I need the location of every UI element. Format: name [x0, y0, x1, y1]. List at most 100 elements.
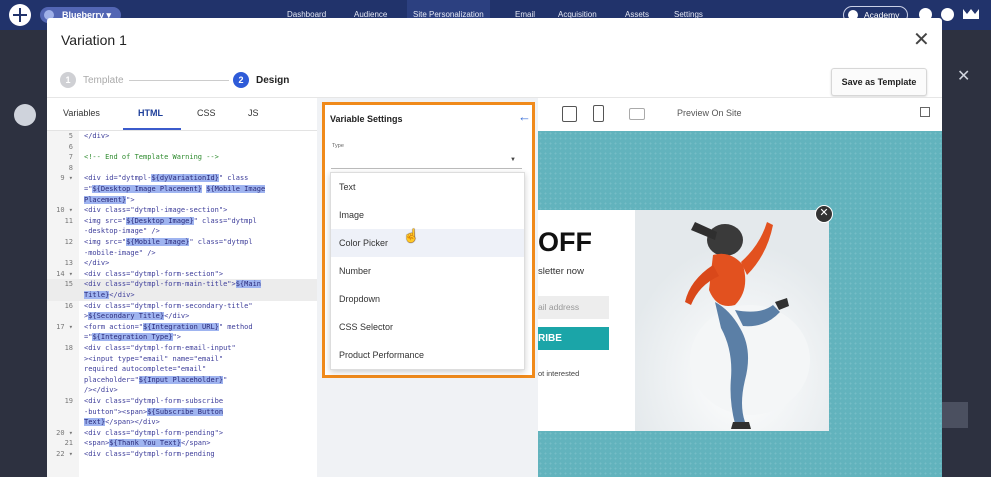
code-line[interactable]: 15 <div class="dytmpl-form-main-title">$…: [47, 279, 317, 291]
code-line[interactable]: ="${Desktop Image Placement} ${Mobile Im…: [47, 184, 317, 195]
popup-close-icon[interactable]: ✕: [815, 205, 833, 223]
crown-icon[interactable]: [963, 9, 979, 19]
popup-subscribe-button[interactable]: RIBE: [538, 327, 609, 350]
code-text: >${Secondary Title}</div>: [84, 312, 190, 321]
code-text: </div>: [84, 132, 110, 140]
tab-js[interactable]: JS: [248, 108, 259, 118]
code-text: <span>${Thank You Text}</span>: [84, 439, 211, 448]
type-option-css-selector[interactable]: CSS Selector: [331, 313, 524, 341]
code-line[interactable]: Text}</span></div>: [47, 417, 317, 428]
code-line[interactable]: 7 <!-- End of Template Warning -->: [47, 152, 317, 163]
code-line[interactable]: ><input type="email" name="email": [47, 354, 317, 365]
code-line[interactable]: 22 ▾ <div class="dytmpl-form-pending: [47, 449, 317, 460]
code-line[interactable]: 21 <span>${Thank You Text}</span>: [47, 438, 317, 449]
html-code-editor[interactable]: 5 </div> 6 7 <!-- End of Template Warning --…: [47, 131, 317, 477]
code-text: <!-- End of Template Warning -->: [84, 153, 219, 162]
code-line[interactable]: 18 <div class="dytmpl-form-email-input": [47, 343, 317, 354]
code-line[interactable]: 17 ▾ <form action="${Integration URL}" m…: [47, 322, 317, 333]
chevron-down-icon[interactable]: ▼: [510, 157, 516, 163]
tab-html[interactable]: HTML: [138, 108, 163, 118]
type-option-product-performance[interactable]: Product Performance: [331, 341, 524, 369]
tab-css[interactable]: CSS: [197, 108, 216, 118]
preview-canvas: OFF sletter now ail address RIBE ot inte…: [538, 131, 942, 477]
code-line[interactable]: 20 ▾ <div class="dytmpl-form-pending">: [47, 428, 317, 439]
code-text: <div class="dytmpl-image-section">: [84, 206, 228, 215]
code-text: -mobile-image" />: [84, 248, 156, 257]
tab-variables[interactable]: Variables: [63, 108, 100, 118]
template-variable: Title}: [84, 291, 110, 299]
code-line[interactable]: -desktop-image" />: [47, 226, 317, 237]
code-line[interactable]: ="${Integration Type}">: [47, 332, 317, 343]
line-number: 7: [68, 153, 73, 162]
code-line[interactable]: Placement}">: [47, 195, 317, 206]
help-icon[interactable]: [941, 8, 954, 21]
step-1-circle[interactable]: 1: [60, 72, 76, 88]
template-variable: ${Main: [235, 280, 262, 289]
code-text: ="${Integration Type}">: [84, 333, 181, 342]
code-text: <form action="${Integration URL}" method: [84, 322, 253, 331]
code-line[interactable]: >${Secondary Title}</div>: [47, 311, 317, 322]
code-text: <div id="dytmpl-${dyVariationId}" class: [84, 174, 249, 183]
type-option-color-picker[interactable]: Color Picker: [331, 229, 524, 257]
type-label: Type: [332, 143, 344, 149]
code-line[interactable]: 6: [47, 142, 317, 153]
code-line[interactable]: 19 <div class="dytmpl-form-subscribe: [47, 396, 317, 407]
code-text: /></div>: [84, 386, 118, 395]
type-option-dropdown[interactable]: Dropdown: [331, 285, 524, 313]
line-number: 12: [64, 238, 73, 246]
close-icon[interactable]: ✕: [913, 27, 930, 52]
mobile-view-icon[interactable]: [593, 105, 604, 122]
hand-cursor-icon: ☝: [403, 228, 420, 243]
code-text: -desktop-image" />: [84, 227, 160, 236]
desktop-view-icon[interactable]: [562, 106, 577, 122]
code-line[interactable]: 12 <img src="${Mobile Image}" class="dyt…: [47, 237, 317, 248]
save-as-template-button[interactable]: Save as Template: [831, 68, 927, 96]
popup-email-input[interactable]: ail address: [538, 296, 609, 319]
step-2-circle[interactable]: 2: [233, 72, 249, 88]
code-line[interactable]: 13 </div>: [47, 258, 317, 269]
code-line[interactable]: 8: [47, 163, 317, 174]
code-line[interactable]: required autocomplete="email": [47, 364, 317, 375]
type-option-label: Number: [339, 266, 372, 276]
type-select[interactable]: [331, 168, 522, 169]
tablet-view-icon[interactable]: [629, 108, 645, 120]
line-number: 14 ▾: [56, 269, 73, 278]
line-number: 20 ▾: [56, 428, 73, 437]
code-text: <img src="${Desktop Image}" class="dytmp…: [84, 216, 257, 225]
line-number: 19: [64, 397, 73, 405]
type-option-text[interactable]: Text: [331, 173, 524, 201]
fullscreen-icon[interactable]: [920, 107, 930, 117]
code-text: <div class="dytmpl-form-pending">: [84, 428, 224, 437]
preview-on-site-link[interactable]: Preview On Site: [677, 108, 742, 118]
app-logo-icon[interactable]: [9, 4, 31, 26]
template-variable: ${Secondary Title}: [88, 312, 165, 321]
popup-headline: OFF: [538, 227, 592, 257]
step-2-label[interactable]: Design: [256, 75, 289, 86]
line-number: 18: [64, 344, 73, 352]
code-line[interactable]: 16 <div class="dytmpl-form-secondary-tit…: [47, 301, 317, 312]
code-line[interactable]: 11 <img src="${Desktop Image}" class="dy…: [47, 216, 317, 227]
code-text: Text}</span></div>: [84, 418, 160, 427]
code-line[interactable]: 5 </div>: [47, 131, 317, 142]
code-line[interactable]: 10 ▾ <div class="dytmpl-image-section">: [47, 205, 317, 216]
type-dropdown-menu: Text Image Color Picker Number Dropdown …: [330, 172, 525, 370]
code-line[interactable]: -button"><span>${Subscribe Button: [47, 407, 317, 418]
code-line[interactable]: 14 ▾ <div class="dytmpl-form-section">: [47, 269, 317, 280]
back-arrow-icon[interactable]: ←: [518, 109, 531, 124]
type-option-number[interactable]: Number: [331, 257, 524, 285]
type-option-label: Text: [339, 182, 356, 192]
step-1-label[interactable]: Template: [83, 75, 124, 86]
dancer-photo: [635, 210, 829, 431]
line-number: 5: [68, 132, 73, 140]
popup-not-interested-link[interactable]: ot interested: [538, 369, 579, 378]
code-line[interactable]: Title}</div>: [47, 290, 317, 301]
code-line[interactable]: 9 ▾ <div id="dytmpl-${dyVariationId}" cla…: [47, 173, 317, 184]
avatar: [14, 104, 36, 126]
code-text: Placement}">: [84, 195, 135, 204]
code-line[interactable]: placeholder="${Input Placeholder}": [47, 375, 317, 386]
popup-subline: sletter now: [538, 266, 584, 277]
code-line[interactable]: /></div>: [47, 385, 317, 396]
type-option-image[interactable]: Image: [331, 201, 524, 229]
code-line[interactable]: -mobile-image" />: [47, 248, 317, 259]
template-variable: ${Mobile Image: [206, 185, 266, 193]
